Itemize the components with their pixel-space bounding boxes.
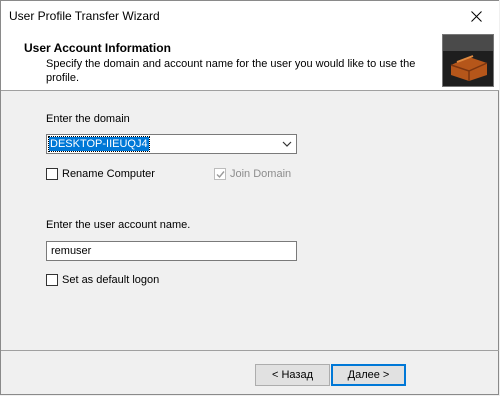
next-button[interactable]: Далее > xyxy=(331,364,406,386)
back-button[interactable]: < Назад xyxy=(255,364,330,386)
checkmark-icon xyxy=(216,171,225,179)
join-domain-label: Join Domain xyxy=(230,168,292,180)
back-button-label: < Назад xyxy=(272,369,313,381)
domain-select[interactable]: DESKTOP-IIEUQJ4 xyxy=(46,134,297,154)
header-banner: User Account Information Specify the dom… xyxy=(1,31,499,91)
account-label: Enter the user account name. xyxy=(46,219,191,231)
wizard-logo-image xyxy=(442,34,494,87)
title-bar: User Profile Transfer Wizard xyxy=(1,1,499,31)
footer-divider xyxy=(1,350,499,351)
rename-computer-option[interactable]: Rename Computer xyxy=(46,167,155,181)
close-icon xyxy=(470,10,482,22)
rename-computer-label: Rename Computer xyxy=(62,168,155,180)
next-button-label: Далее > xyxy=(347,369,390,381)
window-title: User Profile Transfer Wizard xyxy=(9,9,160,23)
domain-label: Enter the domain xyxy=(46,113,130,125)
rename-computer-checkbox[interactable] xyxy=(46,168,58,180)
default-logon-label: Set as default logon xyxy=(62,274,160,286)
banner-title: User Account Information xyxy=(24,41,171,55)
default-logon-option[interactable]: Set as default logon xyxy=(46,273,159,287)
chevron-down-icon xyxy=(282,141,292,147)
wizard-window: User Profile Transfer Wizard User Accoun… xyxy=(0,0,499,395)
account-name-input[interactable] xyxy=(46,241,297,261)
close-button[interactable] xyxy=(453,1,499,31)
default-logon-checkbox[interactable] xyxy=(46,274,58,286)
banner-subtitle: Specify the domain and account name for … xyxy=(46,58,416,84)
join-domain-option: Join Domain xyxy=(214,167,291,181)
join-domain-checkbox xyxy=(214,168,226,180)
domain-select-value: DESKTOP-IIEUQJ4 xyxy=(48,136,150,152)
